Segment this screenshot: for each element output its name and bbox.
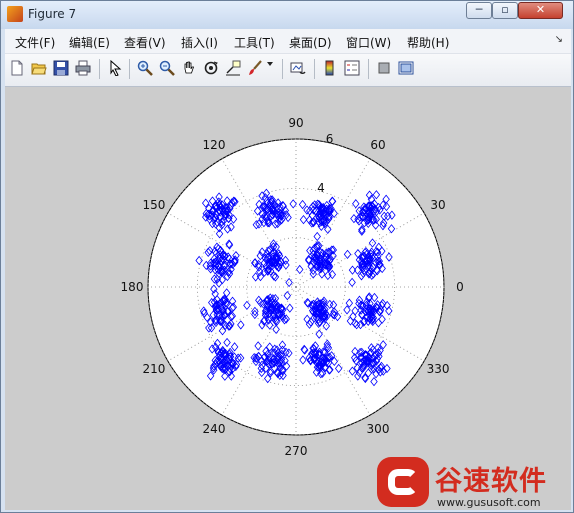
matlab-icon xyxy=(7,6,23,22)
menu-tools[interactable]: 工具(T) xyxy=(234,34,275,51)
angle-tick-label: 180 xyxy=(121,280,144,294)
watermark: 谷速软件 www.gususoft.com xyxy=(377,451,573,511)
menu-file[interactable]: 文件(F) xyxy=(15,34,55,51)
pointer-icon[interactable] xyxy=(107,60,125,78)
rotate-3d-icon[interactable] xyxy=(203,60,221,78)
zoom-out-icon[interactable] xyxy=(159,60,177,78)
angle-tick-label: 210 xyxy=(143,362,166,376)
toolbar-separator xyxy=(368,59,369,79)
brush-icon[interactable] xyxy=(247,60,265,78)
menu-window[interactable]: 窗口(W) xyxy=(346,34,391,51)
radial-tick-label: 6 xyxy=(326,132,334,146)
watermark-logo-icon xyxy=(377,457,429,507)
angle-tick-label: 0 xyxy=(456,280,464,294)
toolbar-separator xyxy=(99,59,100,79)
angle-tick-label: 120 xyxy=(203,138,226,152)
window-title: Figure 7 xyxy=(28,7,77,21)
figure-canvas[interactable]: 0 30 60 90 120 150 180 210 240 270 300 330 4 6 xyxy=(5,87,571,510)
menu-dock-arrow-icon[interactable]: ↘ xyxy=(555,34,563,45)
angle-tick-label: 240 xyxy=(203,422,226,436)
toolbar-separator xyxy=(129,59,130,79)
figure-window: Figure 7 ─ ▫ ✕ 文件(F) 编辑(E) 查看(V) 插入(I) 工… xyxy=(0,0,574,513)
menu-insert[interactable]: 插入(I) xyxy=(181,34,218,51)
data-cursor-icon[interactable] xyxy=(225,60,243,78)
polar-plot[interactable]: 0 30 60 90 120 150 180 210 240 270 300 330 4 6 xyxy=(5,87,571,510)
angle-tick-label: 300 xyxy=(367,422,390,436)
toolbar-separator xyxy=(314,59,315,79)
watermark-brand: 谷速软件 xyxy=(435,466,547,497)
menu-desktop[interactable]: 桌面(D) xyxy=(289,34,332,51)
brush-dropdown-icon[interactable] xyxy=(266,60,276,78)
figure-toolbar xyxy=(5,54,571,87)
legend-icon[interactable] xyxy=(344,60,362,78)
hide-plot-tools-icon[interactable] xyxy=(376,60,394,78)
angle-tick-label: 30 xyxy=(430,198,445,212)
pan-hand-icon[interactable] xyxy=(181,60,199,78)
title-bar[interactable]: Figure 7 ─ ▫ ✕ xyxy=(1,1,573,29)
angle-tick-label: 60 xyxy=(370,138,385,152)
menu-help[interactable]: 帮助(H) xyxy=(407,34,449,51)
show-plot-tools-icon[interactable] xyxy=(398,60,416,78)
minimize-button[interactable]: ─ xyxy=(466,2,492,19)
angle-tick-label: 270 xyxy=(285,444,308,458)
print-icon[interactable] xyxy=(75,60,93,78)
colorbar-icon[interactable] xyxy=(322,60,340,78)
close-button[interactable]: ✕ xyxy=(518,2,563,19)
open-file-icon[interactable] xyxy=(31,60,49,78)
menu-edit[interactable]: 编辑(E) xyxy=(69,34,110,51)
menu-bar: 文件(F) 编辑(E) 查看(V) 插入(I) 工具(T) 桌面(D) 窗口(W… xyxy=(5,29,571,54)
watermark-url: www.gususoft.com xyxy=(437,496,541,509)
angle-tick-label: 90 xyxy=(288,116,303,130)
radial-tick-label: 4 xyxy=(317,181,325,195)
save-icon[interactable] xyxy=(53,60,71,78)
link-plot-icon[interactable] xyxy=(290,60,308,78)
maximize-button[interactable]: ▫ xyxy=(492,2,518,19)
angle-tick-label: 150 xyxy=(143,198,166,212)
toolbar-separator xyxy=(282,59,283,79)
new-figure-icon[interactable] xyxy=(9,60,27,78)
menu-view[interactable]: 查看(V) xyxy=(124,34,166,51)
angle-tick-label: 330 xyxy=(427,362,450,376)
zoom-in-icon[interactable] xyxy=(137,60,155,78)
